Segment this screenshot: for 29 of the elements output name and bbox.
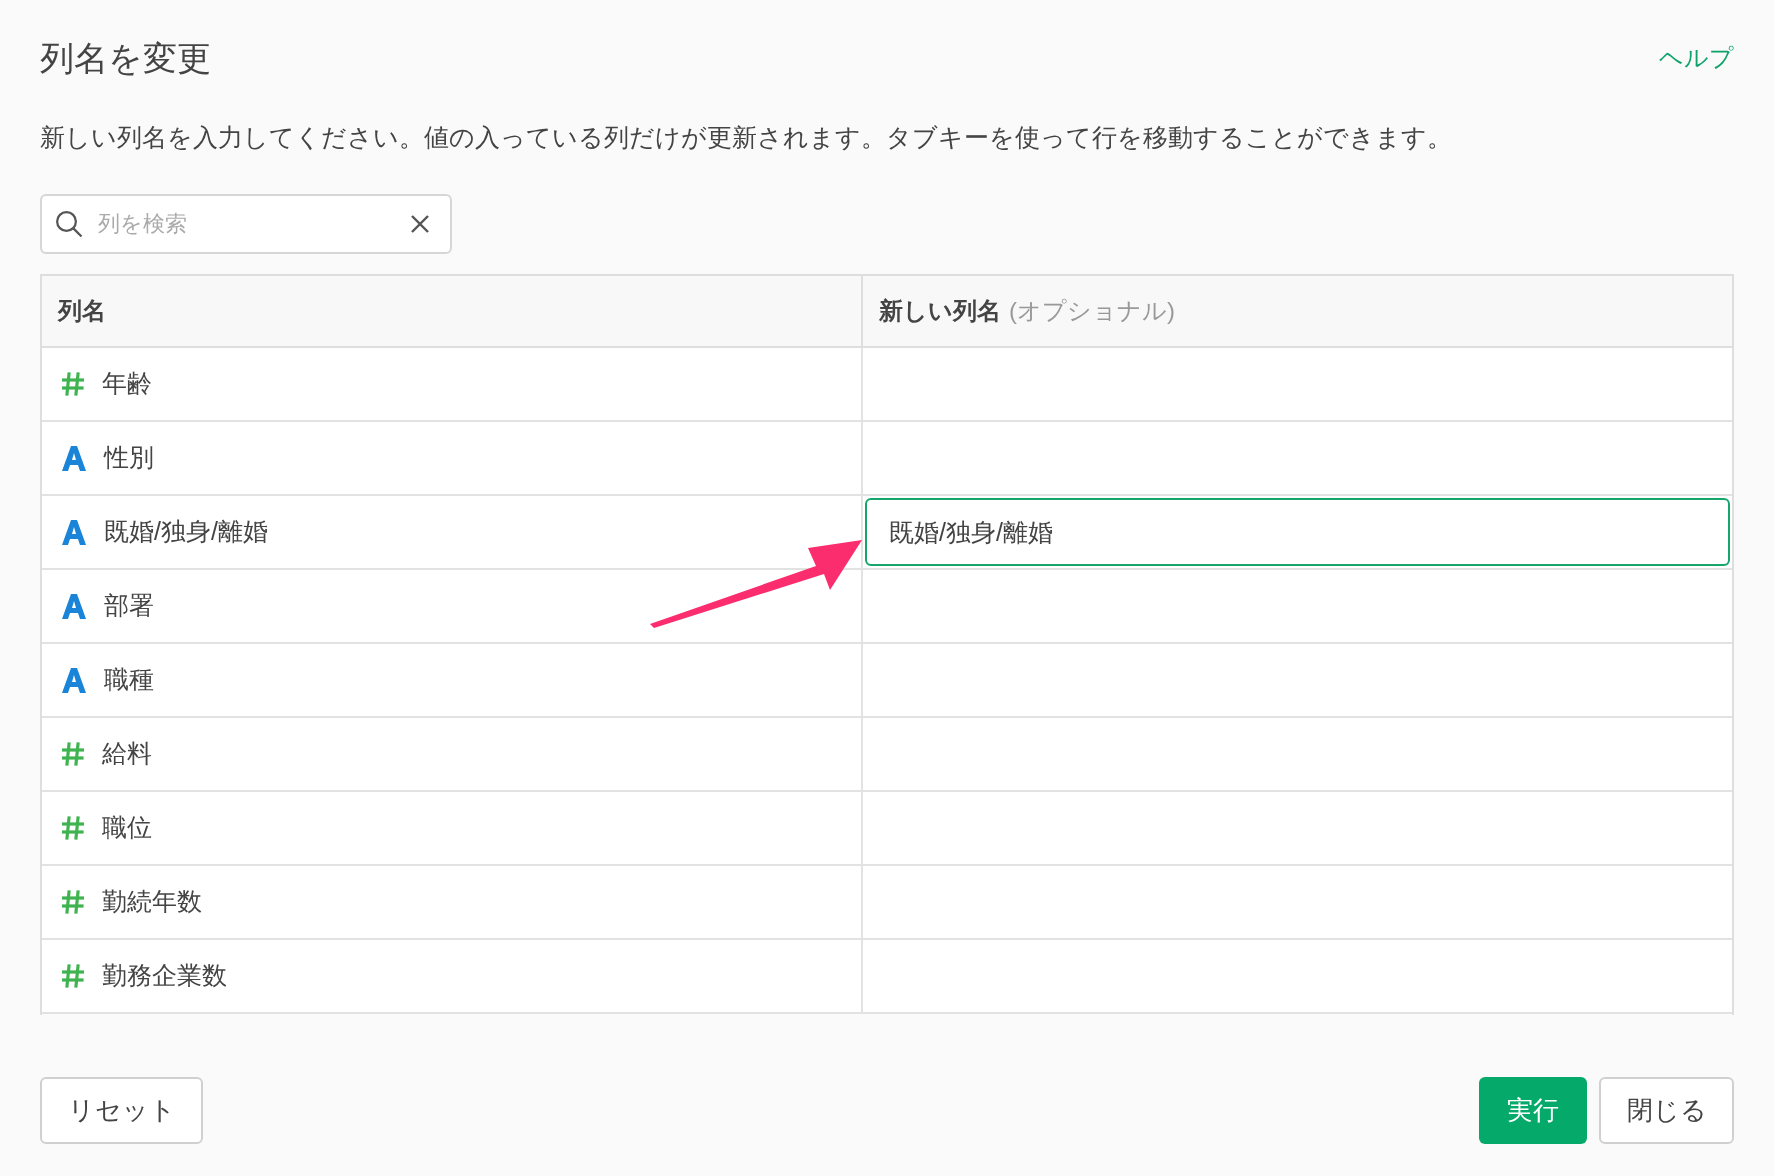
column-name: 勤続年数 xyxy=(102,886,202,918)
optional-note: (オプショナル) xyxy=(1009,296,1175,326)
hash-icon xyxy=(62,816,84,840)
close-icon[interactable] xyxy=(410,214,430,234)
column-name: 性別 xyxy=(104,442,154,474)
letter-a-icon xyxy=(62,519,86,545)
column-name: 給料 xyxy=(102,738,152,770)
dialog-title: 列名を変更 xyxy=(40,38,211,79)
search-icon xyxy=(54,209,84,239)
search-field[interactable]: 列を検索 xyxy=(40,194,452,254)
column-name: 職種 xyxy=(104,664,154,696)
description-text: 新しい列名を入力してください。値の入っている列だけが更新されます。タブキーを使って行を移動することができます。 xyxy=(40,122,1453,153)
column-name: 勤務企業数 xyxy=(102,960,227,992)
close-button[interactable]: 閉じる xyxy=(1599,1077,1734,1144)
hash-icon xyxy=(62,964,84,988)
new-name-field[interactable]: 既婚/独身/離婚 xyxy=(865,498,1730,566)
column-name: 部署 xyxy=(104,590,154,622)
column-name: 職位 xyxy=(102,812,152,844)
column-header: 新しい列名 xyxy=(879,296,1001,326)
letter-a-icon xyxy=(62,667,86,693)
hash-icon xyxy=(62,890,84,914)
hash-icon xyxy=(62,742,84,766)
letter-a-icon xyxy=(62,593,86,619)
reset-button[interactable]: リセット xyxy=(40,1077,203,1144)
hash-icon xyxy=(62,372,84,396)
letter-a-icon xyxy=(62,445,86,471)
column-name: 年齢 xyxy=(102,368,152,400)
column-header: 列名 xyxy=(42,276,863,346)
column-name: 既婚/独身/離婚 xyxy=(104,516,268,548)
